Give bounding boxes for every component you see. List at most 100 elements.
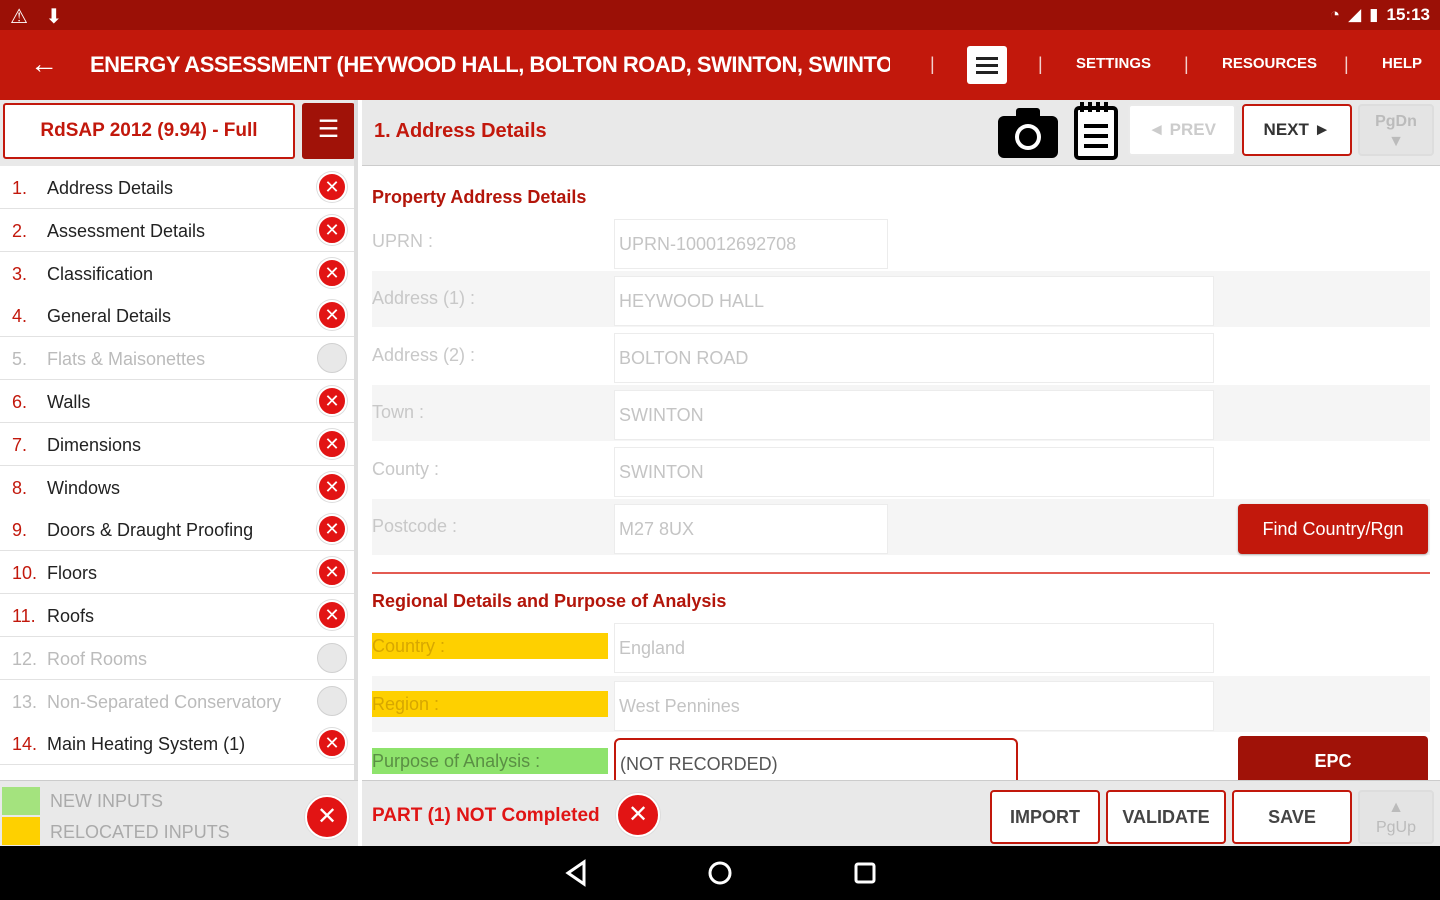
sidebar-item-label: Main Heating System (1) xyxy=(47,734,246,755)
validate-button[interactable]: VALIDATE xyxy=(1106,790,1226,844)
legend-panel: NEW INPUTS RELOCATED INPUTS ✕ xyxy=(0,780,358,846)
sidebar-item-label: Classification xyxy=(47,263,154,284)
sidebar-item-number: 12. xyxy=(12,648,38,669)
section-header: 1. Address Details ◄ PREV NEXT ► PgDn ▼ xyxy=(362,100,1440,166)
settings-link[interactable]: SETTINGS xyxy=(1076,55,1151,72)
sidebar-header: RdSAP 2012 (9.94) - Full ☰ xyxy=(0,100,354,166)
empty-status-icon xyxy=(317,343,347,374)
sidebar-item[interactable]: 5. Flats & Maisonettes xyxy=(0,337,354,381)
error-status-icon: ✕ xyxy=(305,795,349,839)
error-icon: ✕ xyxy=(317,514,347,545)
sidebar-item[interactable]: 4. General Details ✕ xyxy=(0,294,354,338)
sidebar-item[interactable]: 1. Address Details ✕ xyxy=(0,166,354,209)
new-inputs-swatch xyxy=(2,787,40,815)
sidebar-item[interactable]: 12. Roof Rooms xyxy=(0,636,354,680)
back-arrow-icon[interactable]: ← xyxy=(30,48,58,80)
sidebar-item-number: 10. xyxy=(12,563,38,584)
error-icon: ✕ xyxy=(317,214,347,245)
sidebar-item-label: Floors xyxy=(47,563,98,584)
sidebar-item-label: General Details xyxy=(47,306,172,327)
home-nav-icon[interactable] xyxy=(705,858,735,888)
region-field[interactable]: West Pennines xyxy=(614,681,1214,731)
signal-icon: ◢ xyxy=(1348,5,1362,24)
status-bar: ⚠ ⬇ ◔ ◢ ▮ 15:13 xyxy=(0,0,1440,30)
resources-link[interactable]: RESOURCES xyxy=(1222,55,1317,72)
address2-field[interactable]: BOLTON ROAD xyxy=(614,333,1214,383)
separator: | xyxy=(1038,54,1043,74)
error-icon: ✕ xyxy=(317,728,347,759)
postcode-field[interactable]: M27 8UX xyxy=(614,504,888,554)
sidebar-item[interactable]: 6. Walls ✕ xyxy=(0,380,354,423)
battery-icon: ▮ xyxy=(1369,5,1379,24)
back-nav-icon[interactable] xyxy=(562,858,592,888)
empty-status-icon xyxy=(317,642,347,673)
page-down-label: PgDn xyxy=(1375,113,1417,130)
sidebar-item[interactable]: 9. Doors & Draught Proofing ✕ xyxy=(0,508,354,552)
sidebar-item-label: Roof Rooms xyxy=(47,648,148,669)
up-arrow-icon: ▲ xyxy=(1388,799,1404,816)
help-link[interactable]: HELP xyxy=(1382,55,1422,72)
uprn-field[interactable]: UPRN-100012692708 xyxy=(614,219,888,269)
country-field[interactable]: England xyxy=(614,623,1214,673)
town-label: Town : xyxy=(372,402,425,422)
sidebar-item-number: 11. xyxy=(12,606,36,626)
address1-field[interactable]: HEYWOOD HALL xyxy=(614,276,1214,326)
address2-label: Address (2) : xyxy=(372,345,476,365)
find-country-region-button[interactable]: Find Country/Rgn xyxy=(1238,504,1428,554)
page-up-button[interactable]: ▲ PgUp xyxy=(1358,790,1434,844)
sidebar-item[interactable]: 2. Assessment Details ✕ xyxy=(0,208,354,252)
epc-button[interactable]: EPC xyxy=(1238,736,1428,780)
sidebar-item[interactable]: 10. Floors ✕ xyxy=(0,551,354,595)
sidebar-item[interactable]: 11. Roofs ✕ xyxy=(0,594,354,637)
property-section-title: Property Address Details xyxy=(372,187,587,207)
address2-row: Address (2) : BOLTON ROAD xyxy=(372,328,1430,384)
sidebar-item-number: 13. xyxy=(12,691,38,712)
error-status-icon: ✕ xyxy=(616,793,660,837)
version-button[interactable]: RdSAP 2012 (9.94) - Full xyxy=(3,103,295,159)
hamburger-line xyxy=(976,57,998,60)
next-button[interactable]: NEXT ► xyxy=(1242,104,1352,156)
town-field[interactable]: SWINTON xyxy=(614,390,1214,440)
county-row: County : SWINTON xyxy=(372,442,1430,498)
sidebar: RdSAP 2012 (9.94) - Full ☰ 1. Address Det… xyxy=(0,100,358,780)
page-down-button[interactable]: PgDn ▼ xyxy=(1358,104,1434,156)
sidebar-item-label: Windows xyxy=(47,477,121,498)
sidebar-item[interactable]: 8. Windows ✕ xyxy=(0,465,354,509)
error-icon: ✕ xyxy=(317,172,347,202)
sidebar-item-label: Assessment Details xyxy=(47,220,206,241)
county-field[interactable]: SWINTON xyxy=(614,447,1214,497)
notes-icon[interactable] xyxy=(1072,100,1120,160)
error-icon: ✕ xyxy=(317,428,347,459)
sidebar-item-label: Non-Separated Conservatory xyxy=(47,691,282,712)
sidebar-item-number: 2. xyxy=(12,220,28,241)
sidebar-item[interactable]: 3. Classification ✕ xyxy=(0,251,354,295)
sidebar-item-label: Dimensions xyxy=(47,434,142,455)
sidebar-item[interactable]: 13. Non-Separated Conservatory xyxy=(0,679,354,723)
purpose-dropdown[interactable]: (NOT RECORDED) xyxy=(614,738,1018,780)
sidebar-item-number: 4. xyxy=(12,306,28,327)
sidebar-item[interactable]: 7. Dimensions ✕ xyxy=(0,422,354,466)
alarm-icon: ◔ xyxy=(1329,5,1341,24)
sidebar-item-number: 6. xyxy=(12,392,28,412)
hamburger-menu-button[interactable] xyxy=(967,46,1007,84)
county-label: County : xyxy=(372,459,440,479)
country-label: Country : xyxy=(372,633,608,659)
sidebar-menu-button[interactable]: ☰ xyxy=(302,103,354,159)
address1-row: Address (1) : HEYWOOD HALL xyxy=(372,271,1430,327)
region-label: Region : xyxy=(372,691,608,717)
section-divider xyxy=(372,572,1430,574)
relocated-inputs-swatch xyxy=(2,817,40,845)
save-button[interactable]: SAVE xyxy=(1232,790,1352,844)
sidebar-item[interactable]: 14. Main Heating System (1) ✕ xyxy=(0,722,354,766)
sidebar-item-label: Walls xyxy=(47,392,91,412)
prev-button[interactable]: ◄ PREV xyxy=(1128,104,1236,156)
empty-status-icon xyxy=(317,685,347,716)
address1-label: Address (1) : xyxy=(372,288,476,308)
sidebar-item-number: 8. xyxy=(12,477,28,498)
recents-nav-icon[interactable] xyxy=(850,858,880,888)
import-button[interactable]: IMPORT xyxy=(990,790,1100,844)
camera-icon[interactable] xyxy=(996,104,1060,160)
section-title: 1. Address Details xyxy=(374,120,547,142)
regional-section-title: Regional Details and Purpose of Analysis xyxy=(372,591,727,611)
completion-status: PART (1) NOT Completed xyxy=(372,805,600,826)
